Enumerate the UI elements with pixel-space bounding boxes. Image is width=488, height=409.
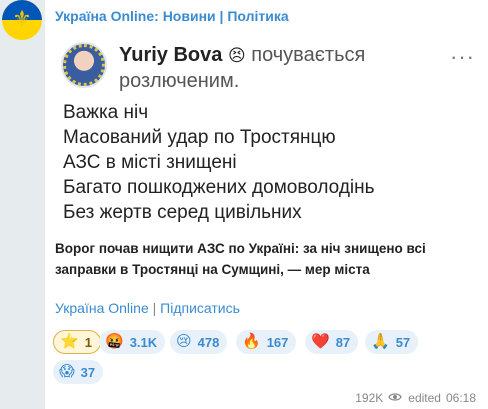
reaction-chip-scream[interactable]: 😱 37 [53,360,104,384]
channel-name[interactable]: Україна Online: Новини | Політика [55,8,289,24]
more-options-icon[interactable]: ··· [450,44,475,70]
footer-separator: | [152,300,157,316]
channel-avatar[interactable]: ⚜ [2,0,42,40]
post-line: Багато пошкоджених домоволодінь [63,177,375,198]
trident-icon: ⚜ [12,6,32,31]
author-name: Yuriy Bova [119,44,223,66]
post-line: Важка ніч [63,102,149,123]
headline-line: Ворог почав нищити АЗС по Україні: за ні… [55,241,426,256]
timestamp: 06:18 [445,391,476,405]
author-line: Yuriy Bova 😣 почувається [119,42,365,69]
footer-links: Україна Online | Підписатись [55,300,240,316]
reaction-count: 167 [266,334,289,350]
footer-channel-link[interactable]: Україна Online [55,300,149,316]
feeling-text: почувається [251,44,366,66]
reaction-chip-pray[interactable]: 🙏 57 [365,330,419,354]
eu-stars-ring [63,44,105,86]
screaming-face-icon: 😱 [59,363,75,380]
edited-label: edited [408,391,441,405]
reaction-count: 3.1K [129,334,158,350]
reaction-chip-star[interactable]: ⭐ 1 [53,330,101,354]
reaction-count: 87 [335,334,351,350]
heart-icon: ❤️ [311,333,330,350]
headline: Ворог почав нищити АЗС по Україні: за ні… [55,238,480,280]
feeling-text-continued: розлюченим. [119,70,240,92]
post-text: Важка ніч Масований удар по Тростянцю АЗ… [63,100,375,225]
reaction-chip-fire[interactable]: 🔥 167 [236,330,297,354]
star-icon: ⭐ [60,333,79,350]
reaction-count: 37 [80,364,96,380]
persevering-face-icon: 😣 [227,46,246,65]
post-line: АЗС в місті знищені [63,152,237,173]
eye-icon [388,391,402,405]
reaction-count: 1 [84,334,92,350]
message-meta: 192K edited 06:18 [355,391,476,405]
post-line: Без жертв серед цивільних [63,202,302,223]
reaction-count: 478 [197,334,220,350]
view-count: 192K [355,391,384,405]
reaction-count: 57 [395,334,411,350]
reaction-chip-heart[interactable]: ❤️ 87 [305,330,359,354]
subscribe-link[interactable]: Підписатись [160,300,240,316]
reaction-chip-angry[interactable]: 🤬 3.1K [99,330,166,354]
author-photo [61,42,107,88]
message-bubble: Україна Online: Новини | Політика Yuriy … [45,0,488,409]
headline-line: заправки в Тростянці на Сумщині, — мер м… [55,262,370,277]
post-line: Масований удар по Тростянцю [63,127,336,148]
fire-icon: 🔥 [242,333,261,350]
crying-face-icon: 😢 [176,333,192,350]
folded-hands-icon: 🙏 [371,333,390,350]
angry-face-icon: 🤬 [105,333,124,350]
reaction-chip-crying[interactable]: 😢 478 [170,330,228,354]
